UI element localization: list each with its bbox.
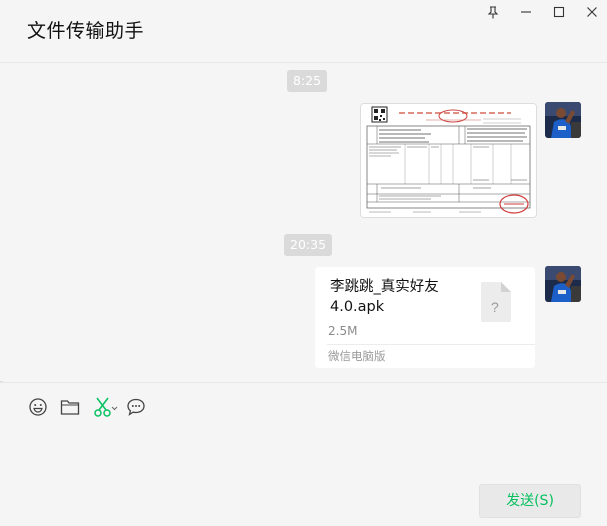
invoice-image[interactable] bbox=[360, 103, 537, 218]
screenshot-button[interactable] bbox=[93, 396, 119, 418]
minimize-icon bbox=[521, 11, 531, 13]
folder-icon bbox=[60, 400, 80, 415]
chat-area[interactable]: 8:25 20:35 李跳跳_真实好友4.0.apk 2.5M ? 微信电脑版 bbox=[0, 63, 607, 381]
unknown-file-icon: ? bbox=[481, 282, 511, 322]
file-card-divider bbox=[327, 344, 535, 345]
invoice-thumbnail bbox=[361, 104, 536, 217]
file-message-card[interactable]: 李跳跳_真实好友4.0.apk 2.5M ? 微信电脑版 bbox=[315, 267, 535, 368]
emoji-button[interactable] bbox=[27, 396, 49, 418]
pin-icon bbox=[487, 5, 499, 18]
time-badge: 20:35 bbox=[284, 234, 333, 256]
file-size: 2.5M bbox=[328, 324, 358, 338]
send-file-button[interactable] bbox=[59, 396, 81, 418]
close-icon bbox=[587, 7, 597, 17]
scissors-icon bbox=[94, 397, 118, 417]
avatar[interactable] bbox=[545, 266, 581, 302]
svg-text:?: ? bbox=[491, 299, 499, 315]
chat-history-button[interactable] bbox=[125, 396, 147, 418]
emoji-icon bbox=[29, 398, 47, 416]
pin-button[interactable] bbox=[482, 2, 504, 22]
title-bar: 文件传输助手 bbox=[0, 0, 607, 63]
maximize-button[interactable] bbox=[548, 2, 570, 22]
avatar[interactable] bbox=[545, 102, 581, 138]
message-input-area[interactable]: 发送(S) bbox=[0, 382, 607, 526]
file-source: 微信电脑版 bbox=[328, 349, 386, 363]
chat-bubble-icon bbox=[127, 398, 145, 416]
close-button[interactable] bbox=[581, 2, 603, 22]
time-badge: 8:25 bbox=[287, 70, 328, 92]
chat-title: 文件传输助手 bbox=[27, 20, 145, 42]
qr-code-icon bbox=[371, 106, 388, 123]
maximize-icon bbox=[553, 6, 565, 18]
minimize-button[interactable] bbox=[515, 2, 537, 22]
avatar-image bbox=[545, 102, 581, 138]
file-name: 李跳跳_真实好友4.0.apk bbox=[330, 279, 439, 315]
send-button[interactable]: 发送(S) bbox=[479, 484, 581, 518]
avatar-image bbox=[545, 266, 581, 302]
